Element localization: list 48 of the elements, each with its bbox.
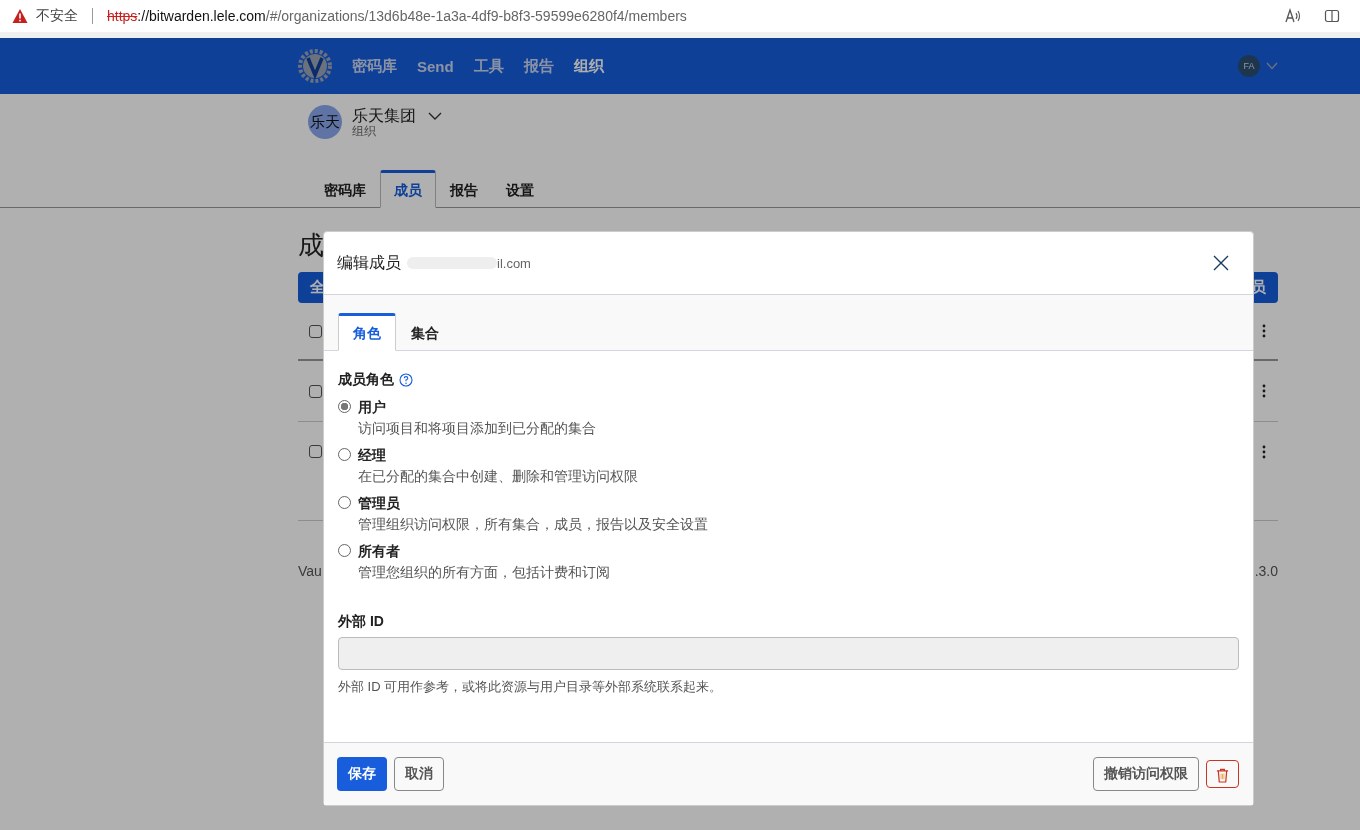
checkbox[interactable]: [309, 445, 322, 458]
field-label: 外部 ID: [338, 613, 385, 631]
close-icon[interactable]: [1213, 255, 1229, 271]
field-label: 成员角色: [338, 371, 394, 389]
role-name[interactable]: 经理: [358, 445, 638, 466]
tab[interactable]: 角色: [338, 313, 396, 351]
save-button[interactable]: 保存: [337, 757, 387, 791]
role-description: 管理您组织的所有方面，包括计费和订阅: [358, 563, 610, 582]
footer-text: Vau: [298, 563, 322, 579]
nav-link[interactable]: 组织: [573, 56, 604, 76]
role-name[interactable]: 管理员: [358, 493, 708, 514]
url-text[interactable]: https://bitwarden.lele.com/#/organizations/13d6b48e-1a3a-4df9-b8f3-59599e6280f4/members: [107, 8, 687, 24]
more-options-icon[interactable]: [1262, 384, 1266, 398]
more-options-icon[interactable]: [1262, 324, 1266, 338]
more-options-icon[interactable]: [1262, 445, 1266, 459]
help-text: 外部 ID 可用作参考，或将此资源与用户目录等外部系统联系起来。: [338, 678, 724, 696]
role-description: 在已分配的集合中创建、删除和管理访问权限: [358, 467, 638, 486]
read-aloud-icon[interactable]: [1284, 8, 1302, 24]
security-label[interactable]: 不安全: [36, 7, 78, 25]
role-name[interactable]: 所有者: [358, 541, 610, 562]
tab[interactable]: 设置: [492, 170, 548, 208]
organization-subtitle: 组织: [352, 124, 377, 138]
organization-name[interactable]: 乐天集团: [352, 106, 416, 125]
tab[interactable]: 报告: [436, 170, 492, 208]
dialog-title: 编辑成员 il.com: [337, 252, 531, 273]
role-description: 访问项目和将项目添加到已分配的集合: [358, 419, 596, 438]
version-text: .3.0: [1254, 563, 1278, 579]
role-description: 管理组织访问权限，所有集合，成员，报告以及安全设置: [358, 515, 708, 534]
help-icon[interactable]: [399, 373, 413, 387]
tab[interactable]: 成员: [380, 170, 436, 208]
external-id-field[interactable]: [338, 637, 1239, 670]
role-name[interactable]: 用户: [358, 397, 596, 418]
delete-button[interactable]: [1206, 760, 1239, 788]
warning-icon: [12, 8, 28, 24]
split-screen-icon[interactable]: [1324, 8, 1340, 24]
checkbox[interactable]: [309, 384, 322, 398]
cancel-button[interactable]: 取消: [394, 757, 444, 791]
revoke-access-button[interactable]: 撤销访问权限: [1093, 757, 1199, 791]
radio-button[interactable]: [338, 400, 351, 413]
user-avatar[interactable]: FA: [1238, 55, 1260, 77]
chevron-down-icon[interactable]: [428, 111, 442, 120]
checkbox[interactable]: [309, 324, 322, 338]
page-heading: 成: [298, 230, 325, 260]
trash-icon: [1216, 768, 1229, 783]
tab[interactable]: 密码库: [310, 170, 380, 208]
shield-logo-icon[interactable]: [298, 49, 332, 83]
tab[interactable]: 集合: [396, 313, 454, 351]
organization-avatar: 乐天: [308, 105, 342, 139]
